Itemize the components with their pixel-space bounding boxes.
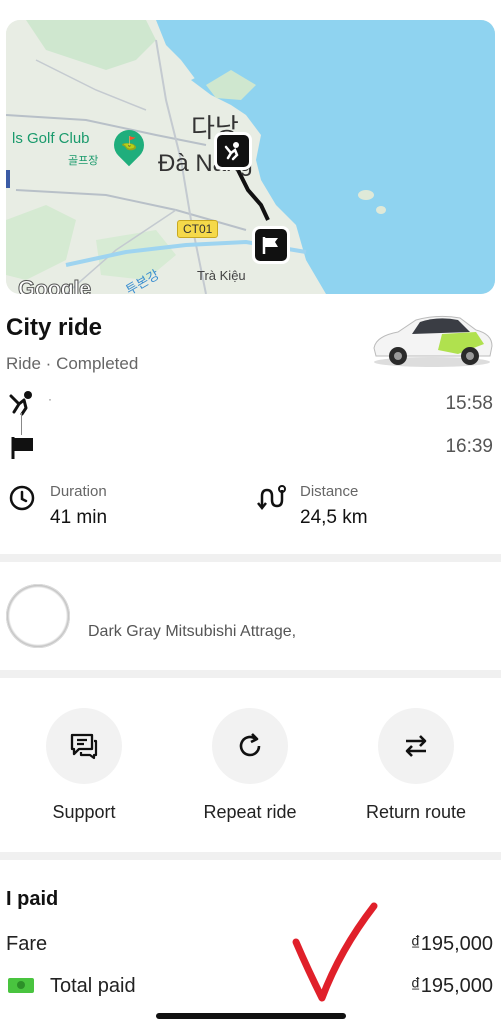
poi-label: ls Golf Club (12, 130, 90, 147)
pickup-marker[interactable] (214, 132, 252, 170)
fare-value: ₫195,000 (410, 933, 493, 955)
support-icon-circle (46, 708, 122, 784)
pickup-time: 15:58 (445, 393, 493, 414)
passenger-icon (224, 142, 239, 161)
ride-summary-card: City ride Ride · Completed · 15:58 16:39… (0, 298, 501, 554)
vehicle-card[interactable]: Dark Gray Mitsubishi Attrage, (0, 562, 501, 670)
return-route-label: Return route (365, 802, 467, 822)
cash-icon (8, 978, 34, 993)
swap-icon (405, 735, 427, 757)
dropoff-marker[interactable] (252, 226, 290, 264)
home-indicator[interactable] (156, 1013, 346, 1019)
refresh-icon (239, 733, 261, 757)
repeat-ride-label: Repeat ride (203, 802, 297, 822)
total-paid-label: Total paid (50, 975, 136, 997)
ride-title: City ride (6, 314, 103, 341)
total-paid-value: ₫195,000 (410, 975, 493, 997)
pickup-address: · (48, 392, 52, 406)
town-label: Trà Kiệu (197, 268, 246, 283)
google-logo: Google (18, 276, 92, 295)
road-badge: CT01 (177, 220, 219, 238)
ride-status: Ride · Completed (6, 354, 139, 373)
dropoff-time: 16:39 (445, 436, 493, 457)
route-map[interactable]: ls Golf Club 골프장 ⛳ 다낭 Đà Nẵng CT01 투본강 T… (6, 20, 495, 294)
chat-icon (70, 733, 98, 760)
vehicle-description: Dark Gray Mitsubishi Attrage, (88, 623, 297, 640)
support-label: Support (52, 802, 116, 822)
return-icon-circle (378, 708, 454, 784)
poi-sublabel: 골프장 (68, 155, 99, 167)
checkmark-annotation-icon (292, 902, 378, 1002)
repeat-icon-circle (212, 708, 288, 784)
support-button[interactable]: Support (24, 708, 144, 823)
flag-icon (262, 237, 278, 254)
payment-title: I paid (6, 888, 59, 910)
clock-icon (9, 485, 35, 511)
driver-avatar (6, 584, 70, 648)
duration-label: Duration (50, 483, 107, 500)
distance-value: 24,5 km (300, 507, 368, 528)
flag-icon (11, 437, 33, 459)
route-connector (21, 413, 22, 435)
payment-card: I paid Fare ₫195,000 Total paid ₫195,000 (0, 860, 501, 1024)
repeat-ride-button[interactable]: Repeat ride (190, 708, 310, 823)
duration-value: 41 min (50, 507, 108, 528)
route-distance-icon (257, 485, 286, 511)
actions-card: Support Repeat ride Return route (0, 678, 501, 852)
fare-label: Fare (6, 933, 48, 955)
return-route-button[interactable]: Return route (356, 708, 476, 823)
map-section: ls Golf Club 골프장 ⛳ 다낭 Đà Nẵng CT01 투본강 T… (0, 0, 501, 298)
car-image (373, 315, 493, 367)
passenger-icon (9, 391, 32, 416)
distance-label: Distance (300, 483, 359, 500)
